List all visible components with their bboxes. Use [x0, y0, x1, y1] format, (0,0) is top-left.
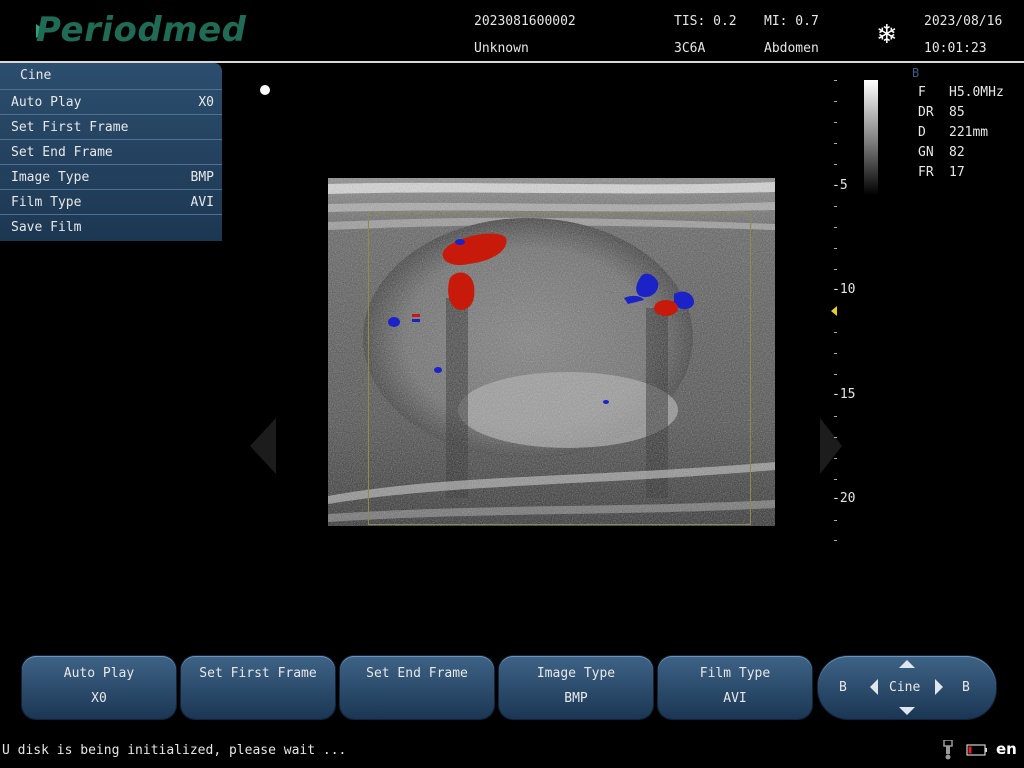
color-roi-box[interactable]	[368, 212, 751, 525]
softkey-label: Image Type	[536, 666, 616, 681]
patient-name: Unknown	[474, 41, 529, 56]
arrow-right-icon[interactable]	[935, 679, 943, 695]
menu-item-image-type[interactable]: Image Type BMP	[0, 164, 222, 189]
param-value: 17	[949, 165, 965, 180]
softkey-label: Auto Play	[63, 666, 135, 681]
menu-item-label: Image Type	[11, 170, 90, 185]
time: 10:01:23	[924, 41, 987, 56]
menu-item-set-end-frame[interactable]: Set End Frame	[0, 139, 222, 164]
patient-id: 2023081600002	[474, 14, 576, 29]
softkey-set-first-frame[interactable]: Set First Frame	[181, 656, 335, 719]
param-key: D	[918, 125, 926, 140]
depth-tick	[834, 101, 837, 102]
depth-tick	[834, 80, 837, 81]
softkey-value: AVI	[723, 691, 747, 706]
menu-item-set-first-frame[interactable]: Set First Frame	[0, 114, 222, 139]
depth-tick	[834, 227, 837, 228]
menu-item-save-film[interactable]: Save Film	[0, 214, 222, 239]
softkey-set-end-frame[interactable]: Set End Frame	[340, 656, 494, 719]
usb-icon	[943, 740, 953, 760]
softkey-value: X0	[91, 691, 107, 706]
param-value: 82	[949, 145, 965, 160]
depth-tick	[834, 540, 837, 541]
arrow-down-icon[interactable]	[899, 707, 915, 715]
depth-tick	[834, 437, 837, 438]
snowflake-icon[interactable]: ❄	[876, 20, 898, 50]
nav-right-label: B	[962, 680, 970, 695]
softkey-value: BMP	[564, 691, 588, 706]
depth-tick	[834, 520, 837, 521]
arrow-left-icon[interactable]	[870, 679, 878, 695]
depth-tick	[834, 374, 837, 375]
depth-tick	[834, 206, 837, 207]
depth-label: -10	[832, 282, 856, 297]
nav-left-label: B	[839, 680, 847, 695]
depth-label: -5	[832, 178, 848, 193]
menu-item-auto-play[interactable]: Auto Play X0	[0, 89, 222, 114]
param-key: DR	[918, 105, 934, 120]
softkey-label: Set First Frame	[199, 666, 317, 681]
cursor-dot	[260, 85, 270, 95]
depth-tick	[834, 269, 837, 270]
depth-tick	[834, 332, 837, 333]
depth-tick	[834, 479, 837, 480]
probe-name: 3C6A	[674, 41, 706, 56]
menu-item-film-type[interactable]: Film Type AVI	[0, 189, 222, 214]
depth-tick	[834, 416, 837, 417]
depth-tick	[834, 122, 837, 123]
cine-menu: Cine Auto Play X0 Set First Frame Set En…	[0, 63, 222, 241]
depth-tick	[834, 164, 837, 165]
nav-center-label: Cine	[889, 680, 921, 695]
imaging-mode: B	[912, 66, 920, 80]
sector-edge-left	[250, 418, 276, 474]
brand-logo: Periodmed	[36, 10, 247, 50]
menu-item-label: Save Film	[11, 220, 82, 235]
arrow-up-icon[interactable]	[899, 660, 915, 668]
language-indicator[interactable]: en	[996, 740, 1017, 758]
cine-menu-title: Cine	[20, 68, 52, 83]
battery-icon	[966, 744, 987, 756]
gray-scale-bar	[864, 80, 878, 195]
menu-item-value: X0	[198, 95, 214, 110]
param-key: GN	[918, 145, 934, 160]
menu-item-label: Film Type	[11, 195, 82, 210]
depth-tick	[834, 248, 837, 249]
param-value: 221mm	[949, 125, 989, 140]
softkey-film-type[interactable]: Film Type AVI	[658, 656, 812, 719]
depth-tick	[834, 353, 837, 354]
depth-label: -20	[832, 491, 856, 506]
menu-item-label: Auto Play	[11, 95, 82, 110]
status-message: U disk is being initialized, please wait…	[2, 743, 347, 758]
depth-tick	[834, 458, 837, 459]
focus-marker-icon[interactable]	[831, 306, 837, 316]
mi-value: MI: 0.7	[764, 14, 819, 29]
date: 2023/08/16	[924, 14, 1003, 29]
softkey-auto-play[interactable]: Auto Play X0	[22, 656, 176, 719]
menu-item-value: AVI	[190, 195, 214, 210]
softkey-image-type[interactable]: Image Type BMP	[499, 656, 653, 719]
depth-label: -15	[832, 387, 856, 402]
tis-value: TIS: 0.2	[674, 14, 737, 29]
param-value: 85	[949, 105, 965, 120]
menu-item-value: BMP	[190, 170, 214, 185]
status-header: Periodmed 2023081600002 Unknown TIS: 0.2…	[0, 0, 1024, 62]
softkey-label: Set End Frame	[366, 666, 468, 681]
param-value: H5.0MHz	[949, 85, 1004, 100]
param-key: FR	[918, 165, 934, 180]
param-key: F	[918, 85, 926, 100]
sector-edge-right	[820, 418, 842, 474]
menu-item-label: Set First Frame	[11, 120, 129, 135]
softkey-label: Film Type	[699, 666, 771, 681]
menu-item-label: Set End Frame	[11, 145, 113, 160]
exam-type: Abdomen	[764, 41, 819, 56]
depth-tick	[834, 143, 837, 144]
